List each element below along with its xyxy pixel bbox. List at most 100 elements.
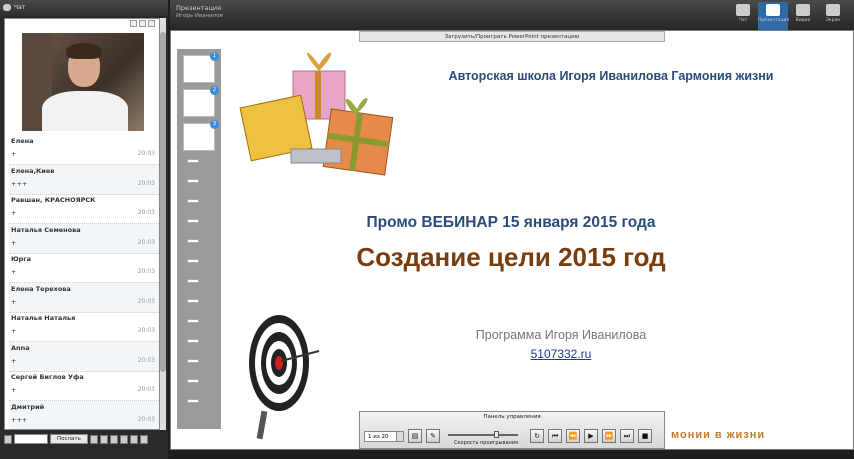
message-text: + [11, 327, 17, 335]
speed-label: Скорость проигрывания [454, 440, 519, 446]
page-dropdown-icon[interactable] [396, 432, 403, 441]
chat-header: Чат [0, 0, 168, 16]
chat-header-label: Чат [14, 4, 26, 11]
message-author: Равшан, КРАСНОЯРСК [11, 196, 96, 204]
chat-input[interactable] [14, 434, 48, 444]
scroll-thumb[interactable] [160, 32, 166, 372]
webinar-app: Чат Елена +20:03 Елена,Киев +++ 20:03 Равшан,… [0, 0, 854, 459]
print-icon[interactable] [139, 434, 148, 444]
message-author: Наталья Наталья [11, 314, 76, 322]
chat-scrollbar[interactable] [160, 18, 166, 430]
message-author: Дмитрий [11, 402, 45, 411]
stop-button[interactable]: ■ [638, 429, 652, 443]
save-icon[interactable] [129, 434, 138, 444]
gifts-image [239, 52, 394, 176]
chat-message: Сергей Биглов Уфа +20:03 [9, 371, 159, 401]
chat-message: Равшан, КРАСНОЯРСК +20:03 [9, 194, 159, 224]
message-author: Anna [11, 343, 30, 352]
first-slide-button[interactable]: ⏮ [548, 429, 562, 443]
chat-message: Наталья Наталья +20:03 [9, 312, 159, 342]
video-icon [796, 4, 810, 16]
message-time: 20:03 [137, 386, 155, 393]
tab-presentation[interactable]: Презентация [758, 2, 789, 30]
slide-thumb-3[interactable]: 3 [183, 120, 219, 151]
last-slide-button[interactable]: ⏭ [620, 429, 634, 443]
maximize-icon[interactable] [139, 20, 146, 27]
message-author: Елена,Киев [11, 166, 55, 175]
slide-thumb-mini[interactable] [187, 219, 199, 223]
message-author: Елена Терехова [11, 284, 71, 293]
site-link[interactable]: 5107332.ru [451, 347, 671, 361]
clear-icon[interactable] [119, 434, 128, 444]
send-button[interactable]: Послать [50, 434, 88, 444]
minimize-icon[interactable] [130, 20, 137, 27]
message-text: + [11, 209, 17, 217]
message-text: + [11, 238, 17, 247]
slide-thumbnails: 1 2 3 [177, 49, 221, 429]
speed-slider[interactable] [448, 434, 518, 436]
message-text: +++ [11, 415, 28, 424]
message-text: + [11, 386, 17, 394]
message-text: + [11, 356, 17, 365]
slide-thumb-mini[interactable] [187, 159, 199, 163]
presenter-name: Игорь Иванилов [176, 13, 223, 19]
chat-message: Anna +20:03 [9, 341, 159, 372]
slide-thumb-mini[interactable] [187, 399, 199, 403]
message-time: 20:03 [137, 297, 155, 305]
message-time: 20:03 [137, 415, 155, 423]
speed-slider-handle[interactable] [494, 431, 499, 438]
promo-title: Промо ВЕБИНАР 15 января 2015 года [366, 214, 656, 231]
message-time: 20:03 [137, 209, 155, 216]
forward-button[interactable]: ⏩ [602, 429, 616, 443]
message-time: 20:03 [137, 268, 155, 275]
thumbnails-toggle-button[interactable]: ▤ [408, 429, 422, 443]
slide-thumb-mini[interactable] [187, 239, 199, 243]
link-icon[interactable] [109, 434, 118, 444]
chat-message: Наталья Семенова +20:03 [9, 223, 159, 254]
window-title: Презентация [176, 4, 222, 12]
slide-thumb-mini[interactable] [187, 299, 199, 303]
play-button[interactable]: ▶ [584, 429, 598, 443]
tab-screen[interactable]: Экран [818, 2, 848, 30]
annotate-button[interactable]: ✎ [426, 429, 440, 443]
chat-panel: Чат Елена +20:03 Елена,Киев +++ 20:03 Равшан,… [0, 0, 168, 459]
slide-thumb-1[interactable]: 1 [183, 52, 219, 83]
slide-thumb-mini[interactable] [187, 199, 199, 203]
message-time: 20:03 [137, 238, 155, 246]
slide-thumb-mini[interactable] [187, 319, 199, 323]
target-image [249, 315, 320, 440]
chat-message: Елена Терехова +20:03 [9, 282, 159, 313]
chat-message: Юрга +20:03 [9, 253, 159, 283]
slide-thumb-mini[interactable] [187, 339, 199, 343]
tab-video[interactable]: Видео [788, 2, 818, 30]
refresh-button[interactable]: ↻ [530, 429, 544, 443]
slide-thumb-2[interactable]: 2 [183, 86, 219, 117]
chat-message: Елена +20:03 [9, 135, 159, 165]
message-author: Юрга [11, 255, 32, 263]
slide-thumb-mini[interactable] [187, 259, 199, 263]
settings-icon[interactable] [99, 434, 108, 444]
slide-thumb-mini[interactable] [187, 359, 199, 363]
control-panel-title: Панель управления [483, 414, 541, 420]
close-icon[interactable] [148, 20, 155, 27]
presentation-area: Загрузить/Проиграть PowerPoint презентац… [170, 30, 854, 450]
message-author: Елена [11, 137, 34, 145]
message-time: 20:03 [137, 356, 155, 364]
rewind-button[interactable]: ⏪ [566, 429, 580, 443]
message-time: 20:03 [137, 327, 155, 334]
chat-icon [3, 4, 11, 11]
chat-icon [736, 4, 750, 16]
dropdown-icon[interactable] [89, 434, 98, 444]
message-text: + [11, 150, 17, 158]
chat-tools [130, 20, 155, 27]
slide-thumb-mini[interactable] [187, 179, 199, 183]
message-text: +++ [11, 179, 28, 188]
slide-thumb-mini[interactable] [187, 279, 199, 283]
message-text: + [11, 268, 17, 276]
program-author: Программа Игоря Иванилова [475, 328, 647, 342]
presenter-video [22, 33, 144, 131]
slide-thumb-mini[interactable] [187, 379, 199, 383]
emoticon-icon[interactable] [4, 434, 12, 444]
tab-chat[interactable]: Чат [728, 2, 758, 30]
chat-footer: Послать [4, 432, 164, 446]
